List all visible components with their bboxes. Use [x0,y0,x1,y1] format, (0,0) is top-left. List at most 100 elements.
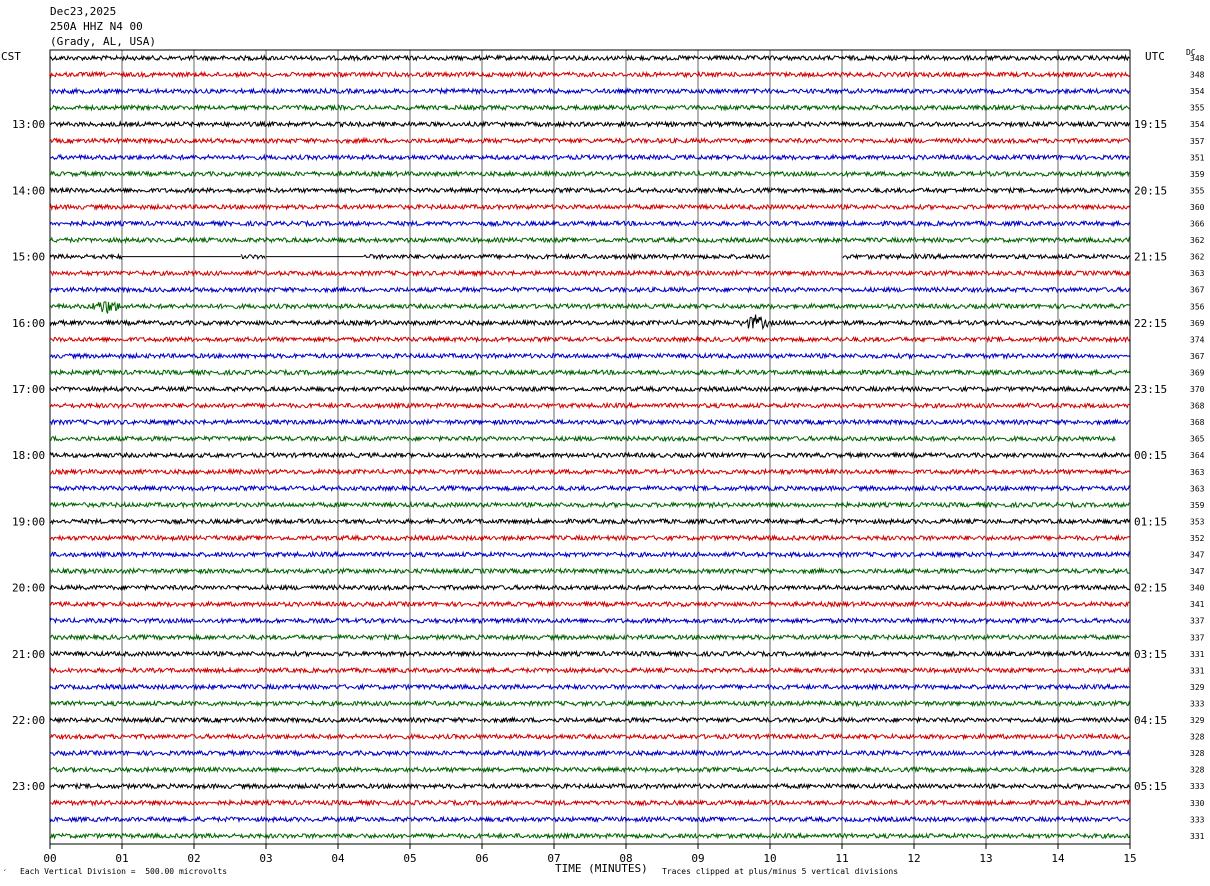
dc-offset-label: 331 [1190,832,1205,841]
cst-hour-label: 17:00 [12,383,45,396]
x-tick-label: 14 [1051,852,1065,865]
dc-offset-label: 365 [1190,435,1205,444]
trace-line [49,153,1131,162]
trace-line [49,103,1131,112]
helicorder-plot: 00 01 02 03 04 05 06 07 08 09 10 11 12 13 14 15 348 348 35… [12,49,1205,865]
trace-line [49,831,1131,840]
dc-offset-label: 328 [1190,733,1205,742]
trace-line [49,732,1131,741]
trace-line [49,285,1131,294]
trace-line [49,682,1131,691]
trace-line [49,269,1131,278]
trace-line [49,583,1131,592]
dc-offset-label: 333 [1190,782,1205,791]
trace-line [49,368,1131,377]
dc-offset-label: 331 [1190,666,1205,675]
utc-hour-label: 02:15 [1134,582,1167,595]
seismic-traces [49,53,1131,840]
dc-offset-label: 330 [1190,799,1205,808]
utc-hour-label: 20:15 [1134,184,1167,197]
trace-line [49,500,1131,509]
trace-line [49,219,1131,228]
trace-line [49,136,1131,145]
dc-offset-label: 364 [1190,451,1205,460]
utc-hour-label: 19:15 [1134,118,1167,131]
utc-hour-label: 01:15 [1134,515,1167,528]
trace-line [49,600,1131,609]
cst-hour-label: 14:00 [12,184,45,197]
x-tick-label: 13 [979,852,992,865]
trace-line [49,351,1131,361]
x-tick-label: 08 [619,852,632,865]
trace-line [49,169,1131,178]
cst-hour-label: 22:00 [12,714,45,727]
trace-line [49,566,1131,576]
plot-grid [49,49,1131,849]
dc-offset-label: 328 [1190,749,1205,758]
trace-line [49,86,1131,96]
cst-hour-label: 20:00 [12,582,45,595]
dc-offset-label: 369 [1190,319,1205,328]
dc-offset-label: 362 [1190,253,1205,262]
dc-offset-label: 370 [1190,385,1205,394]
dc-offset-label: 354 [1190,120,1205,129]
trace-line [49,434,1116,443]
dc-offset-label: 352 [1190,534,1205,543]
utc-hour-label: 03:15 [1134,648,1167,661]
dc-offset-label: 369 [1190,368,1205,377]
trace-line [49,550,1131,559]
dc-offset-label: 329 [1190,716,1205,725]
x-tick-label: 10 [763,852,776,865]
dc-offset-label: 333 [1190,815,1205,824]
cst-hour-label: 18:00 [12,449,45,462]
trace-line [49,401,1131,410]
dc-offset-label: 363 [1190,269,1205,278]
trace-line [49,451,1131,460]
x-tick-label: 05 [403,852,416,865]
dc-offset-label: 367 [1190,286,1205,295]
x-tick-label: 15 [1123,852,1136,865]
dc-offset-label: 354 [1190,87,1205,96]
dc-offset-label: 360 [1190,203,1205,212]
utc-hour-label: 05:15 [1134,780,1167,793]
dc-offset-label: 359 [1190,501,1205,510]
trace-line [49,301,1131,314]
utc-hour-label: 04:15 [1134,714,1167,727]
cst-hour-label: 23:00 [12,780,45,793]
dc-offset-label: 353 [1190,517,1205,526]
trace-line [49,815,1131,824]
trace-line [49,616,1131,625]
utc-hour-label: 23:15 [1134,383,1167,396]
x-tick-label: 06 [475,852,488,865]
dc-offset-label: 363 [1190,468,1205,477]
trace-line [49,782,1131,791]
dc-offset-label: 366 [1190,220,1205,229]
dc-offset-label: 359 [1190,170,1205,179]
cst-hour-label: 21:00 [12,648,45,661]
trace-line [49,467,1131,476]
dc-offset-label: 331 [1190,650,1205,659]
dc-offset-label: 374 [1190,335,1205,344]
dc-offset-label: 355 [1190,186,1205,195]
dc-offset-label: 340 [1190,584,1205,593]
dc-offset-label: 363 [1190,484,1205,493]
dc-offset-label: 362 [1190,236,1205,245]
trace-line [49,765,1131,774]
trace-line [49,53,1131,63]
trace-line [49,186,1131,195]
dc-offset-label: 356 [1190,302,1205,311]
x-tick-label: 12 [907,852,920,865]
cst-hour-label: 16:00 [12,317,45,330]
x-tick-label: 04 [331,852,345,865]
trace-line [49,384,1131,394]
trace-line [49,699,1131,708]
trace-line [49,335,1131,344]
x-tick-label: 11 [835,852,848,865]
x-tick-label: 09 [691,852,704,865]
cst-hour-label: 13:00 [12,118,45,131]
plot-frame [49,49,1131,845]
trace-line [49,715,1131,724]
trace-line [49,748,1131,758]
trace-line [49,70,1131,79]
x-tick-label: 00 [43,852,56,865]
